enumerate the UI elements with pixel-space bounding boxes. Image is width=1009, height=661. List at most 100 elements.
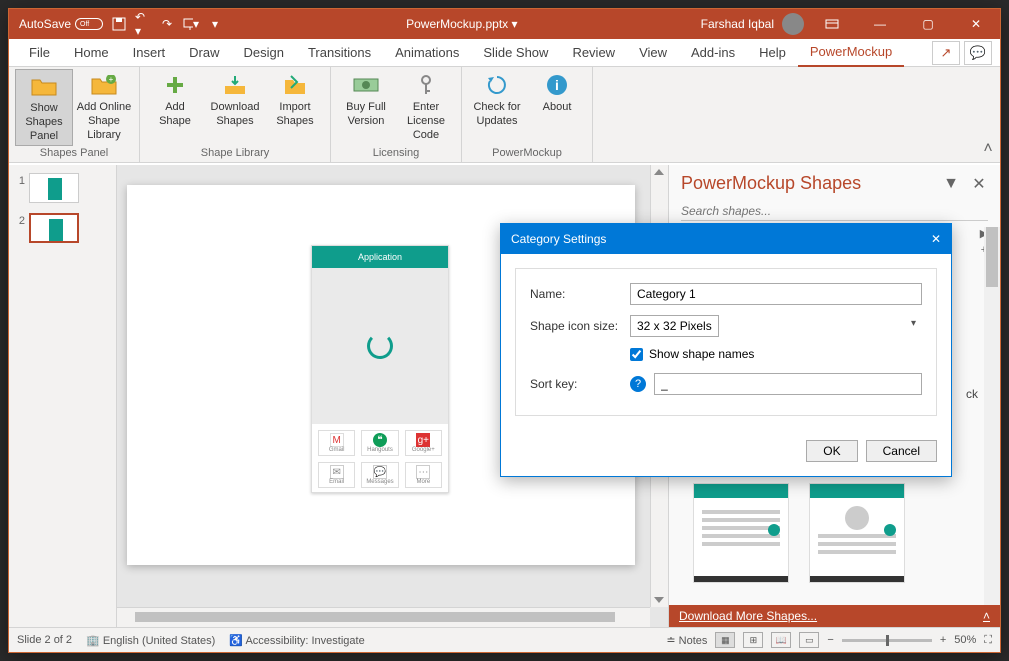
slide-thumbnail-2[interactable] bbox=[29, 213, 79, 243]
minimize-button[interactable]: — bbox=[860, 9, 900, 39]
zoom-slider[interactable] bbox=[842, 639, 932, 642]
check-updates-button[interactable]: Check for Updates bbox=[468, 69, 526, 146]
panel-options-icon[interactable]: ▼ bbox=[942, 175, 960, 193]
info-icon: i bbox=[543, 73, 571, 97]
group-shapes-panel: Shapes Panel bbox=[15, 146, 133, 160]
show-names-checkbox[interactable] bbox=[630, 348, 643, 361]
group-licensing: Licensing bbox=[337, 146, 455, 160]
slide-thumbnail-1[interactable] bbox=[29, 173, 79, 203]
search-shapes-input[interactable] bbox=[681, 202, 988, 221]
money-icon bbox=[352, 73, 380, 97]
buy-full-button[interactable]: Buy Full Version bbox=[337, 69, 395, 146]
reading-view-icon[interactable]: 📖 bbox=[771, 632, 791, 648]
autosave-state: Off bbox=[80, 21, 89, 28]
document-title[interactable]: PowerMockup.pptx ▾ bbox=[223, 17, 701, 31]
shape-preview-2[interactable] bbox=[809, 483, 905, 583]
category-settings-dialog: Category Settings ✕ Name: Shape icon siz… bbox=[500, 223, 952, 477]
about-button[interactable]: i About bbox=[528, 69, 586, 146]
shape-preview-1[interactable] bbox=[693, 483, 789, 583]
sort-key-input[interactable] bbox=[654, 373, 922, 395]
collapse-ribbon-icon[interactable]: ˄ bbox=[976, 67, 1000, 162]
cancel-button[interactable]: Cancel bbox=[866, 440, 937, 462]
dialog-close-icon[interactable]: ✕ bbox=[931, 232, 941, 246]
ok-button[interactable]: OK bbox=[806, 440, 857, 462]
dialog-title: Category Settings bbox=[511, 232, 606, 246]
help-icon[interactable]: ? bbox=[630, 376, 646, 392]
add-shape-button[interactable]: Add Shape bbox=[146, 69, 204, 146]
ribbon-display-icon[interactable] bbox=[812, 9, 852, 39]
slide-counter[interactable]: Slide 2 of 2 bbox=[17, 634, 72, 646]
phone-mockup[interactable]: Application MGmail ❝Hangouts g+Google+ ✉… bbox=[311, 245, 449, 493]
show-shapes-panel-button[interactable]: Show Shapes Panel bbox=[15, 69, 73, 146]
add-online-library-button[interactable]: + Add Online Shape Library bbox=[75, 69, 133, 146]
tab-view[interactable]: View bbox=[627, 39, 679, 67]
slide-thumbnails: 1 2 bbox=[9, 165, 117, 627]
app-hangouts: ❝Hangouts bbox=[361, 430, 398, 456]
icon-size-select[interactable]: 32 x 32 Pixels bbox=[630, 315, 719, 337]
mockup-header: Application bbox=[312, 246, 448, 268]
tab-insert[interactable]: Insert bbox=[121, 39, 178, 67]
share-icon[interactable]: ↗ bbox=[932, 41, 960, 65]
panel-scrollbar[interactable] bbox=[984, 227, 1000, 605]
import-shapes-button[interactable]: Import Shapes bbox=[266, 69, 324, 146]
slideshow-view-icon[interactable]: ▭ bbox=[799, 632, 819, 648]
tab-design[interactable]: Design bbox=[232, 39, 296, 67]
language-status[interactable]: 🏢 English (United States) bbox=[86, 634, 215, 647]
app-more: ⋯More bbox=[405, 462, 442, 488]
show-names-label: Show shape names bbox=[649, 347, 754, 361]
zoom-out-button[interactable]: − bbox=[827, 634, 833, 646]
tab-home[interactable]: Home bbox=[62, 39, 121, 67]
sorter-view-icon[interactable]: ⊞ bbox=[743, 632, 763, 648]
folder-icon bbox=[30, 74, 58, 98]
qat-more-icon[interactable]: ▾ bbox=[207, 16, 223, 32]
folder-plus-icon: + bbox=[90, 73, 118, 97]
svg-text:+: + bbox=[109, 75, 114, 84]
spinner-icon bbox=[367, 333, 393, 359]
tab-draw[interactable]: Draw bbox=[177, 39, 231, 67]
tab-addins[interactable]: Add-ins bbox=[679, 39, 747, 67]
notes-button[interactable]: ≐ Notes bbox=[666, 634, 707, 647]
app-messages: 💬Messages bbox=[361, 462, 398, 488]
tab-slideshow[interactable]: Slide Show bbox=[471, 39, 560, 67]
redo-icon[interactable]: ↷ bbox=[159, 16, 175, 32]
panel-title: PowerMockup Shapes bbox=[681, 173, 942, 194]
name-label: Name: bbox=[530, 287, 630, 301]
user-avatar[interactable] bbox=[782, 13, 804, 35]
close-button[interactable]: ✕ bbox=[956, 9, 996, 39]
download-shapes-button[interactable]: Download Shapes bbox=[206, 69, 264, 146]
name-input[interactable] bbox=[630, 283, 922, 305]
normal-view-icon[interactable]: ▦ bbox=[715, 632, 735, 648]
title-bar: AutoSave Off ↶ ▾ ↷ ▾ ▾ PowerMockup.pptx … bbox=[9, 9, 1000, 39]
status-bar: Slide 2 of 2 🏢 English (United States) ♿… bbox=[9, 627, 1000, 652]
tab-transitions[interactable]: Transitions bbox=[296, 39, 383, 67]
group-shape-library: Shape Library bbox=[146, 146, 324, 160]
sort-key-label: Sort key: bbox=[530, 377, 630, 391]
user-name[interactable]: Farshad Iqbal bbox=[701, 17, 774, 31]
app-gmail: MGmail bbox=[318, 430, 355, 456]
enter-license-button[interactable]: Enter License Code bbox=[397, 69, 455, 146]
horizontal-scrollbar[interactable] bbox=[117, 607, 650, 627]
tab-help[interactable]: Help bbox=[747, 39, 798, 67]
maximize-button[interactable]: ▢ bbox=[908, 9, 948, 39]
tab-file[interactable]: File bbox=[17, 39, 62, 67]
zoom-in-button[interactable]: + bbox=[940, 634, 946, 646]
present-icon[interactable]: ▾ bbox=[183, 16, 199, 32]
svg-text:i: i bbox=[555, 77, 559, 93]
tab-animations[interactable]: Animations bbox=[383, 39, 471, 67]
comments-icon[interactable]: 💬 bbox=[964, 41, 992, 65]
zoom-level[interactable]: 50% bbox=[954, 634, 976, 646]
tab-powermockup[interactable]: PowerMockup bbox=[798, 39, 904, 67]
truncated-text: ck bbox=[966, 387, 978, 401]
accessibility-status[interactable]: ♿ Accessibility: Investigate bbox=[229, 634, 364, 647]
save-icon[interactable] bbox=[111, 16, 127, 32]
thumb-number: 2 bbox=[13, 213, 25, 227]
undo-icon[interactable]: ↶ ▾ bbox=[135, 16, 151, 32]
download-more-link[interactable]: Download More Shapes...˄ bbox=[669, 605, 1000, 627]
fit-window-icon[interactable]: ⛶ bbox=[984, 634, 992, 647]
app-email: ✉Email bbox=[318, 462, 355, 488]
autosave-toggle[interactable]: AutoSave Off bbox=[19, 17, 103, 31]
tab-review[interactable]: Review bbox=[560, 39, 627, 67]
refresh-icon bbox=[483, 73, 511, 97]
panel-close-icon[interactable]: ✕ bbox=[970, 174, 988, 194]
group-powermockup: PowerMockup bbox=[468, 146, 586, 160]
